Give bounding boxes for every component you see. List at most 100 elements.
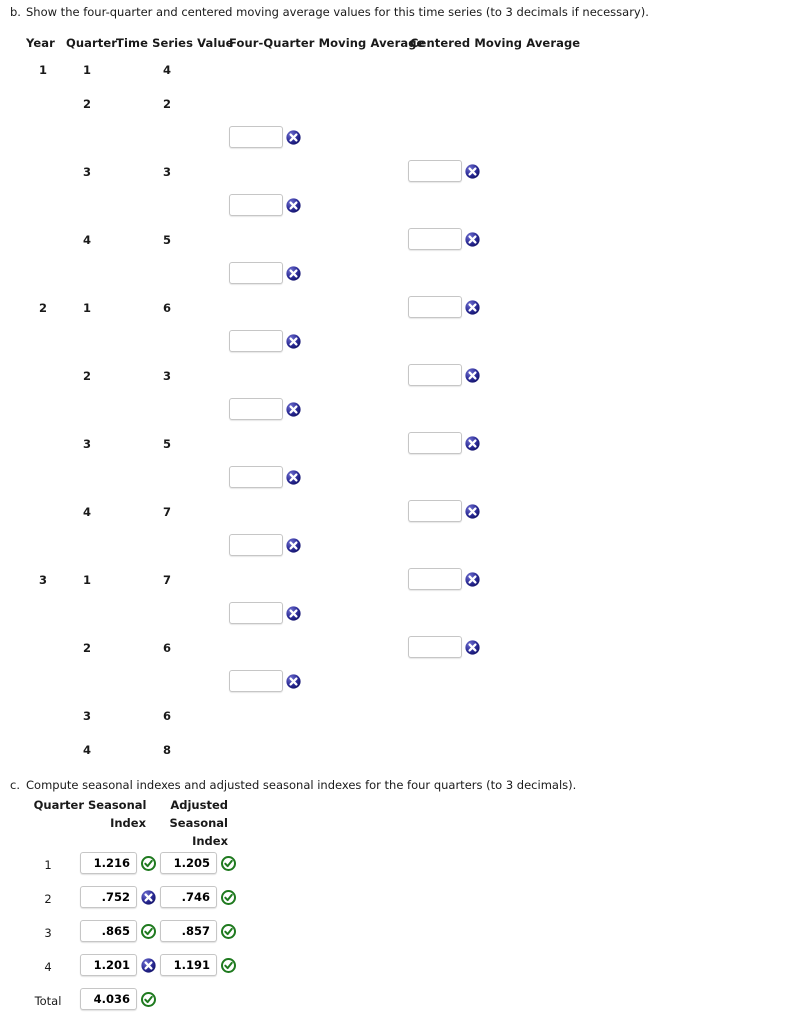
cell-quarter: 1 [82, 301, 91, 315]
part-b-table: Year Quarter Time Series Value Four-Quar… [0, 36, 600, 770]
adjusted-seasonal-index-input-group [160, 920, 236, 942]
cell-quarter-label: 1 [44, 858, 52, 872]
seasonal-index-input[interactable] [80, 886, 137, 908]
x-circle-icon [286, 401, 301, 417]
part-c-table-header: Quarter Seasonal Index Adjusted Seasonal… [0, 796, 420, 850]
cell-quarter-label: 3 [44, 926, 52, 940]
seasonal-index-row: 3 [0, 918, 420, 952]
seasonal-index-row: 4 [0, 952, 420, 986]
table-row: 2 1 6 [0, 294, 600, 328]
part-b-rows: 114223345216233547317263648 [0, 56, 600, 770]
check-circle-icon [141, 855, 156, 871]
four-quarter-moving-average-input[interactable] [229, 398, 283, 420]
four-quarter-moving-average-input-group [229, 398, 301, 420]
seasonal-index-input[interactable] [80, 954, 137, 976]
x-circle-icon [465, 163, 480, 179]
x-circle-icon [141, 889, 156, 905]
cell-quarter: 1 [82, 63, 91, 77]
column-header-seasonal-index-line2: Index [110, 816, 146, 830]
four-quarter-moving-average-input[interactable] [229, 194, 283, 216]
moving-average-row [0, 668, 600, 702]
x-circle-icon [465, 231, 480, 247]
column-header-seasonal-index-line1: Seasonal [88, 798, 147, 812]
column-header-four-quarter-moving-average: Four-Quarter Moving Average [229, 36, 425, 50]
adjusted-seasonal-index-input[interactable] [160, 920, 217, 942]
centered-moving-average-input-group [408, 160, 480, 182]
moving-average-row [0, 600, 600, 634]
four-quarter-moving-average-input-group [229, 602, 301, 624]
cell-quarter: 4 [82, 743, 91, 757]
seasonal-index-total-input[interactable] [80, 988, 137, 1010]
x-circle-icon [286, 333, 301, 349]
centered-moving-average-input[interactable] [408, 296, 462, 318]
cell-time-series-value: 7 [162, 505, 171, 519]
part-b-prompt: b. Show the four-quarter and centered mov… [10, 5, 649, 19]
four-quarter-moving-average-input[interactable] [229, 126, 283, 148]
cell-time-series-value: 5 [162, 233, 171, 247]
x-circle-icon [286, 129, 301, 145]
four-quarter-moving-average-input[interactable] [229, 534, 283, 556]
centered-moving-average-input[interactable] [408, 228, 462, 250]
cell-time-series-value: 3 [162, 369, 171, 383]
centered-moving-average-input[interactable] [408, 364, 462, 386]
adjusted-seasonal-index-input-group [160, 954, 236, 976]
centered-moving-average-input[interactable] [408, 568, 462, 590]
table-row: 26 [0, 634, 600, 668]
centered-moving-average-input[interactable] [408, 636, 462, 658]
x-circle-icon [286, 605, 301, 621]
four-quarter-moving-average-input[interactable] [229, 466, 283, 488]
adjusted-seasonal-index-input[interactable] [160, 852, 217, 874]
moving-average-row [0, 464, 600, 498]
part-b-marker: b. [10, 5, 21, 19]
x-circle-icon [465, 299, 480, 315]
centered-moving-average-input-group [408, 228, 480, 250]
cell-quarter: 3 [82, 165, 91, 179]
table-row: 47 [0, 498, 600, 532]
x-circle-icon [286, 265, 301, 281]
cell-quarter: 2 [82, 97, 91, 111]
cell-quarter: 4 [82, 505, 91, 519]
seasonal-index-input-group [80, 954, 156, 976]
seasonal-index-input-group [80, 852, 156, 874]
cell-quarter: 1 [82, 573, 91, 587]
table-row: 36 [0, 702, 600, 736]
four-quarter-moving-average-input[interactable] [229, 602, 283, 624]
centered-moving-average-input[interactable] [408, 160, 462, 182]
cell-quarter-label: 2 [44, 892, 52, 906]
four-quarter-moving-average-input[interactable] [229, 670, 283, 692]
cell-time-series-value: 8 [162, 743, 171, 757]
moving-average-row [0, 328, 600, 362]
part-b-table-header: Year Quarter Time Series Value Four-Quar… [0, 36, 600, 56]
cell-year: 1 [38, 63, 47, 77]
centered-moving-average-input[interactable] [408, 432, 462, 454]
centered-moving-average-input-group [408, 568, 480, 590]
cell-quarter: 4 [82, 233, 91, 247]
column-header-time-series-value: Time Series Value [116, 36, 234, 50]
moving-average-row [0, 124, 600, 158]
seasonal-index-input[interactable] [80, 852, 137, 874]
centered-moving-average-input[interactable] [408, 500, 462, 522]
part-c-table: Quarter Seasonal Index Adjusted Seasonal… [0, 796, 420, 1020]
column-header-adjusted-line3: Index [192, 834, 228, 848]
cell-year: 2 [38, 301, 47, 315]
adjusted-seasonal-index-input-group [160, 886, 236, 908]
table-row: 23 [0, 362, 600, 396]
seasonal-index-input-group [80, 920, 156, 942]
adjusted-seasonal-index-input[interactable] [160, 886, 217, 908]
centered-moving-average-input-group [408, 296, 480, 318]
check-circle-icon [141, 923, 156, 939]
table-row: 35 [0, 430, 600, 464]
check-circle-icon [221, 855, 236, 871]
seasonal-index-total-input-group [80, 988, 156, 1010]
moving-average-row [0, 192, 600, 226]
four-quarter-moving-average-input[interactable] [229, 262, 283, 284]
column-header-adjusted-line2: Seasonal [169, 816, 228, 830]
adjusted-seasonal-index-input[interactable] [160, 954, 217, 976]
four-quarter-moving-average-input[interactable] [229, 330, 283, 352]
column-header-seasonal-index: Seasonal Index [88, 796, 146, 832]
four-quarter-moving-average-input-group [229, 126, 301, 148]
column-header-year: Year [26, 36, 55, 50]
seasonal-index-input[interactable] [80, 920, 137, 942]
check-circle-icon [141, 991, 156, 1007]
x-circle-icon [465, 639, 480, 655]
